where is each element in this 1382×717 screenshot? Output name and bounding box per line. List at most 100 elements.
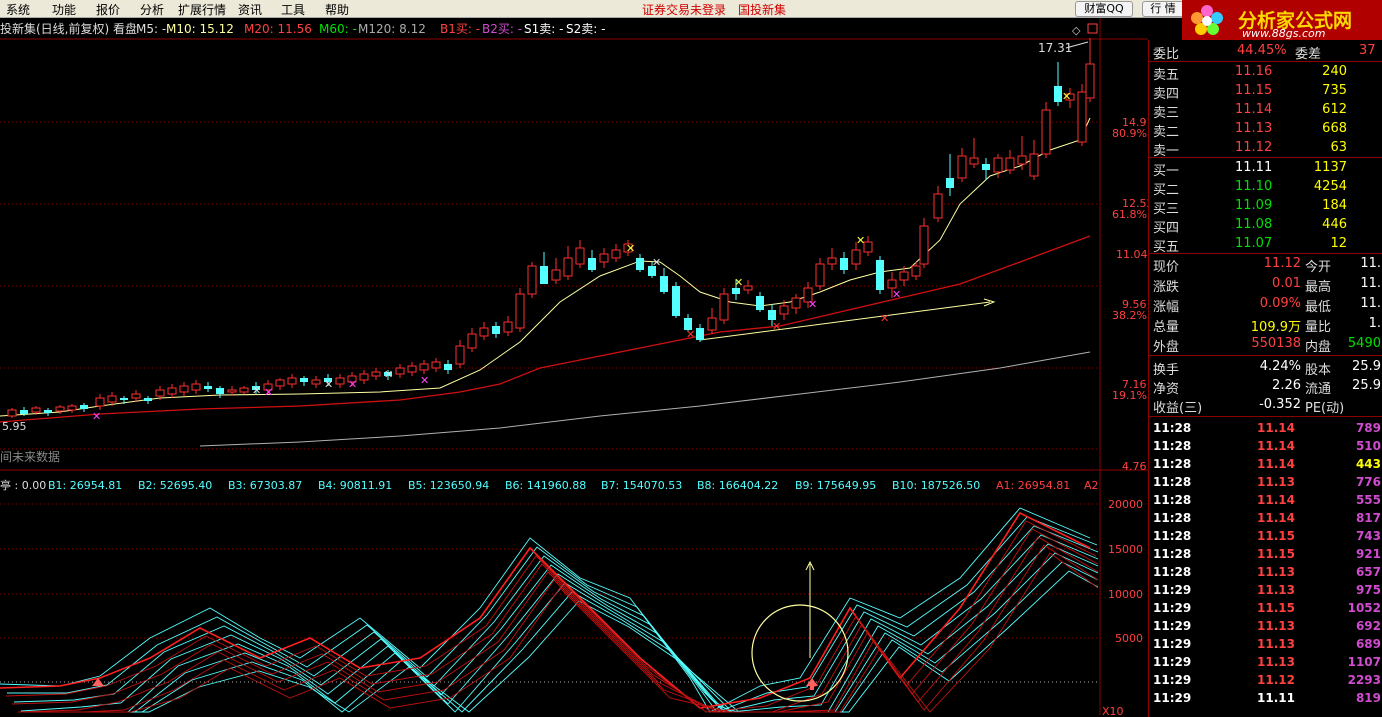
candle-body — [791, 297, 801, 309]
tick-volume: 743 — [1355, 529, 1381, 543]
sell-level-row[interactable]: 卖一 11.12 63 — [1149, 139, 1382, 159]
candle-body — [204, 386, 212, 389]
tick-row: 11:28 11.14 443 — [1149, 456, 1382, 474]
stat-value: 0.01 — [1272, 276, 1301, 291]
indicator-cyan-line — [7, 516, 1098, 713]
tick-price: 11.13 — [1257, 619, 1295, 633]
tick-volume: 819 — [1355, 691, 1381, 705]
buy-level-price: 11.08 — [1235, 217, 1273, 232]
menu-item-news[interactable]: 资讯 — [238, 1, 262, 18]
candle-body — [696, 328, 704, 340]
menu-item-quote[interactable]: 报价 — [96, 1, 120, 18]
stat-value-2: 11. — [1360, 256, 1381, 271]
tick-volume: 689 — [1355, 637, 1381, 651]
stat-label-2: 最高 — [1305, 280, 1332, 295]
caifu-qq-button[interactable]: 财富QQ — [1075, 1, 1133, 17]
fundamental-value: -0.352 — [1259, 397, 1301, 412]
low-price-label: 5.95 — [2, 420, 27, 433]
fundamental-label: 净资 — [1153, 382, 1180, 397]
indicator-b4: B4: 90811.91 — [318, 479, 392, 492]
commission-ratio-row: 委比 44.45% 委差 37 — [1149, 42, 1382, 62]
buy-level-volume: 184 — [1322, 198, 1347, 213]
candle-body — [515, 293, 525, 329]
menu-item-help[interactable]: 帮助 — [325, 1, 349, 18]
sell-level-row[interactable]: 卖二 11.13 668 — [1149, 120, 1382, 140]
stat-value-2: 5490 — [1347, 336, 1381, 351]
candle-body — [876, 260, 884, 290]
sell-level-row[interactable]: 卖三 11.14 612 — [1149, 101, 1382, 121]
tick-volume: 975 — [1355, 583, 1381, 597]
menu-item-analysis[interactable]: 分析 — [140, 1, 164, 18]
sell-level-volume: 612 — [1322, 102, 1347, 117]
y-pct-809: 80.9% — [1112, 127, 1147, 140]
indicator-b2: B2: 52695.40 — [138, 479, 212, 492]
signal-marker-icon: ✕ — [856, 234, 865, 247]
buy-level-row[interactable]: 买四 11.08 446 — [1149, 216, 1382, 236]
candle-body — [131, 393, 141, 399]
tick-row: 11:28 11.14 817 — [1149, 510, 1382, 528]
tick-row: 11:28 11.13 776 — [1149, 474, 1382, 492]
indicator-cyan-line — [42, 561, 1099, 713]
tick-time: 11:29 — [1153, 655, 1192, 669]
stat-value: 0.09% — [1259, 296, 1301, 311]
candle-body — [311, 379, 321, 385]
tick-time: 11:28 — [1153, 439, 1192, 453]
tick-row: 11:29 11.13 1107 — [1149, 654, 1382, 672]
buy-level-row[interactable]: 买三 11.09 184 — [1149, 197, 1382, 217]
fundamental-label-2: 流通 — [1305, 382, 1332, 397]
tick-price: 11.13 — [1257, 565, 1295, 579]
indicator-b8: B8: 166404.22 — [697, 479, 778, 492]
tick-price: 11.14 — [1257, 493, 1295, 507]
candle-body — [768, 310, 776, 320]
kline-chart[interactable]: 投新集(日线,前复权) 看盘 M5: - M10: 15.12 M20: 11.… — [0, 18, 1148, 715]
menu-item-system[interactable]: 系统 — [6, 1, 30, 18]
flower-logo-icon — [1191, 5, 1223, 35]
candle-body — [431, 361, 441, 369]
indicator-b7: B7: 154070.53 — [601, 479, 682, 492]
tick-row: 11:28 11.14 555 — [1149, 492, 1382, 510]
buy-level-row[interactable]: 买一 11.11 1137 — [1149, 159, 1382, 179]
menu-item-extended-quote[interactable]: 扩展行情 — [178, 1, 226, 18]
buy-level-row[interactable]: 买二 11.10 4254 — [1149, 178, 1382, 198]
tick-row: 11:29 11.15 1052 — [1149, 600, 1382, 618]
stat-label-2: 今开 — [1305, 260, 1332, 275]
window-toggle-icon[interactable] — [1087, 23, 1098, 34]
candle-body — [275, 379, 285, 387]
signal-marker-icon: ✕ — [808, 298, 817, 311]
tick-volume: 789 — [1355, 421, 1381, 435]
sell-level-label: 卖四 — [1153, 87, 1180, 102]
tick-time: 11:28 — [1153, 475, 1192, 489]
b2-buy-label: B2买: - — [482, 22, 522, 36]
candle-body — [479, 327, 489, 337]
fundamental-label-2: 股本 — [1305, 363, 1332, 378]
ma60-label: M60: - — [319, 22, 357, 36]
sell-level-row[interactable]: 卖四 11.15 735 — [1149, 82, 1382, 102]
future-data-label: 间未来数据 — [0, 449, 60, 464]
sub-y-15000: 15000 — [1108, 543, 1143, 556]
tick-time: 11:29 — [1153, 601, 1192, 615]
menu-item-function[interactable]: 功能 — [52, 1, 76, 18]
tick-price: 11.13 — [1257, 583, 1295, 597]
sub-unit-label: X10 — [1102, 705, 1124, 715]
indicator-header: 亭 : 0.00 B1: 26954.81 B2: 52695.40 B3: 6… — [0, 478, 1099, 492]
fundamental-label: 换手 — [1153, 363, 1180, 378]
tick-time: 11:28 — [1153, 457, 1192, 471]
tick-volume: 1052 — [1347, 601, 1381, 615]
candle-body — [95, 397, 105, 407]
tick-volume: 2293 — [1347, 673, 1381, 687]
fundamental-label-2: PE(动) — [1305, 401, 1345, 416]
stat-value: 550138 — [1251, 336, 1301, 351]
sell-level-volume: 668 — [1322, 121, 1347, 136]
sell-level-price: 11.12 — [1235, 140, 1273, 155]
quote-button[interactable]: 行 情 — [1142, 1, 1184, 17]
diamond-icon[interactable]: ◇ — [1072, 24, 1081, 37]
sell-level-row[interactable]: 卖五 11.16 240 — [1149, 63, 1382, 83]
trade-login-status[interactable]: 证券交易未登录 — [642, 1, 726, 18]
menu-item-tools[interactable]: 工具 — [281, 1, 305, 18]
stat-value: 11.12 — [1263, 256, 1301, 271]
signal-marker-icon: ✕ — [772, 320, 781, 333]
tick-price: 11.15 — [1257, 601, 1295, 615]
candle-body — [840, 258, 848, 270]
buy-level-row[interactable]: 买五 11.07 12 — [1149, 235, 1382, 255]
candle-body — [540, 266, 548, 284]
